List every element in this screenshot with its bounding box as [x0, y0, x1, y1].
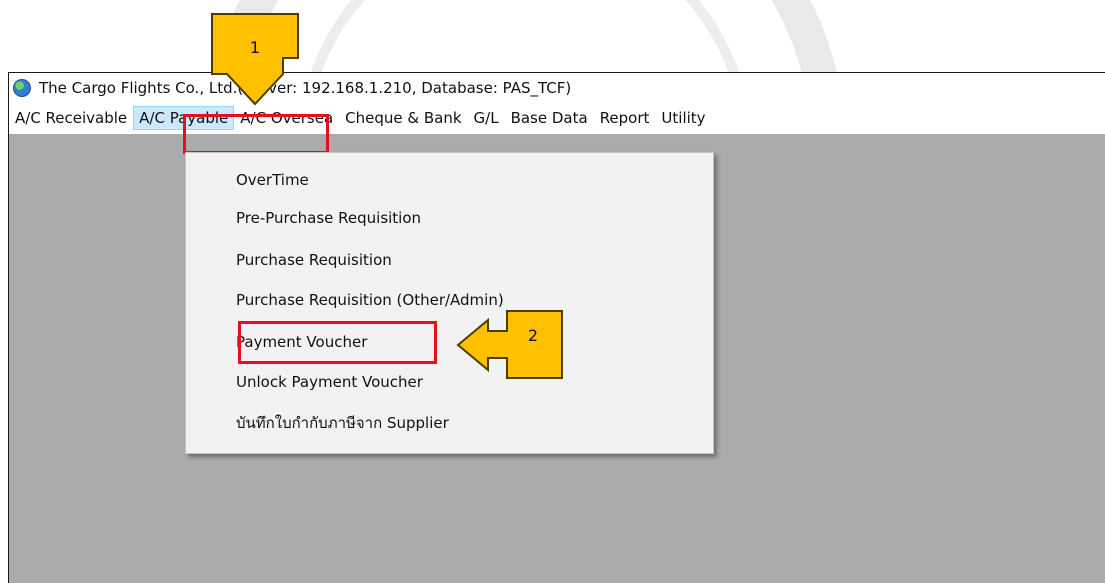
- highlight-ac-payable: [183, 114, 329, 154]
- menu-item-overtime[interactable]: OverTime: [236, 171, 309, 189]
- menu-bar: A/C Receivable A/C Payable A/C Oversea C…: [9, 103, 1105, 133]
- callout-2-arrow-icon: [456, 310, 563, 379]
- callout-2-label: 2: [527, 326, 539, 345]
- menu-utility[interactable]: Utility: [655, 106, 711, 130]
- menu-report[interactable]: Report: [594, 106, 656, 130]
- menu-item-supplier-tax-invoice[interactable]: บันทึกใบกำกับภาษีจาก Supplier: [236, 411, 449, 435]
- menu-item-pre-purchase-requisition[interactable]: Pre-Purchase Requisition: [236, 209, 421, 227]
- menu-gl[interactable]: G/L: [468, 106, 505, 130]
- menu-ac-receivable[interactable]: A/C Receivable: [9, 106, 133, 130]
- menu-item-purchase-requisition[interactable]: Purchase Requisition: [236, 251, 392, 269]
- ac-payable-dropdown: OverTime Pre-Purchase Requisition Purcha…: [185, 152, 714, 454]
- menu-item-purchase-requisition-other[interactable]: Purchase Requisition (Other/Admin): [236, 291, 504, 309]
- window-title: The Cargo Flights Co., Ltd.(Server: 192.…: [39, 79, 572, 97]
- menu-base-data[interactable]: Base Data: [505, 106, 594, 130]
- callout-1-label: 1: [249, 38, 261, 57]
- highlight-payment-voucher: [238, 321, 437, 364]
- menu-item-unlock-payment-voucher[interactable]: Unlock Payment Voucher: [236, 373, 423, 391]
- title-bar: The Cargo Flights Co., Ltd.(Server: 192.…: [9, 73, 1105, 103]
- globe-icon: [13, 79, 31, 97]
- menu-cheque-bank[interactable]: Cheque & Bank: [339, 106, 467, 130]
